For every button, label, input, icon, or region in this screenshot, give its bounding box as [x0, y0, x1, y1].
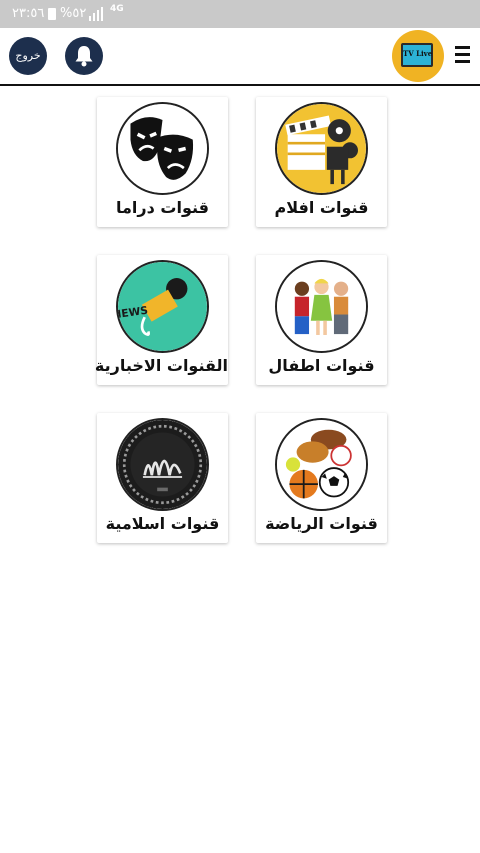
category-label: قنوات اطفال	[268, 356, 375, 375]
logout-button[interactable]: خروج	[9, 37, 47, 75]
category-card-movies[interactable]: قنوات افلام	[256, 97, 387, 227]
category-card-kids[interactable]: قنوات اطفال	[256, 255, 387, 385]
category-grid: قنوات افلام قنوات دراما قنوات اطفال NEWS…	[93, 97, 387, 543]
kids-icon	[275, 260, 368, 353]
category-label: القنوات الاخبارية	[94, 356, 228, 375]
hamburger-menu-icon[interactable]	[455, 44, 473, 66]
signal-icon	[89, 7, 105, 21]
bell-icon	[75, 46, 93, 67]
category-label: قنوات دراما	[116, 198, 209, 217]
battery-icon	[48, 8, 56, 20]
category-label: قنوات اسلامية	[105, 514, 220, 533]
notifications-button[interactable]	[65, 37, 103, 75]
category-card-islamic[interactable]: قنوات اسلامية	[97, 413, 228, 543]
app-header: خروج TV Live	[0, 28, 480, 86]
status-bar: ٢٣:٥٦ %٥٢ 4G	[0, 0, 480, 28]
category-card-drama[interactable]: قنوات دراما	[97, 97, 228, 227]
status-network: 4G	[110, 4, 124, 14]
logo-text: TV Live	[403, 49, 433, 58]
category-card-news[interactable]: NEWS القنوات الاخبارية	[94, 255, 228, 385]
app-logo: TV Live	[392, 30, 444, 82]
status-battery: %٥٢	[60, 6, 87, 21]
category-label: قنوات افلام	[274, 198, 369, 217]
islamic-calligraphy-icon	[116, 418, 209, 511]
news-microphone-icon: NEWS	[116, 260, 209, 353]
category-label: قنوات الرياضة	[265, 514, 378, 533]
sports-balls-icon	[275, 418, 368, 511]
category-card-sports[interactable]: قنوات الرياضة	[256, 413, 387, 543]
film-projector-icon	[275, 102, 368, 195]
status-time: ٢٣:٥٦	[12, 6, 45, 21]
drama-masks-icon	[116, 102, 209, 195]
